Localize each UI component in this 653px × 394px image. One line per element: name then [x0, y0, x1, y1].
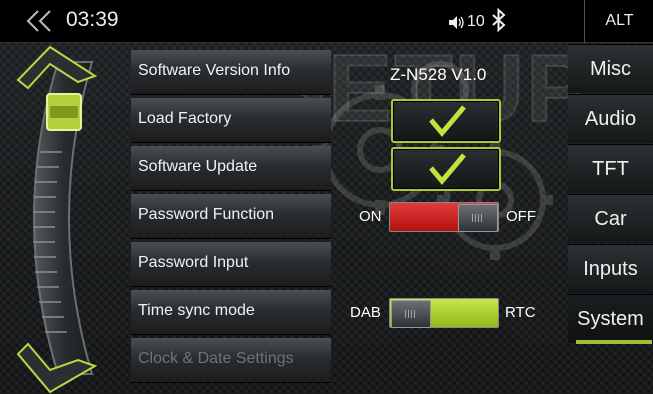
- active-tab-indicator: [576, 340, 652, 344]
- setup-screen: SETUP 03:39 10 ALT Software Version Info…: [0, 0, 653, 394]
- time-sync-mode-toggle[interactable]: [389, 298, 499, 328]
- checkmark-icon: [429, 153, 466, 185]
- toggle-knob[interactable]: [391, 300, 431, 328]
- tab-car[interactable]: Car: [568, 194, 653, 243]
- menu-item-label: Software Version Info: [138, 62, 291, 79]
- menu-item-label: Software Update: [138, 158, 258, 175]
- menu-item-password-function[interactable]: Password Function: [131, 194, 331, 238]
- menu-item-software-version-info[interactable]: Software Version Info: [131, 50, 331, 94]
- software-version-value: Z-N528 V1.0: [390, 65, 487, 84]
- volume-level: 10: [467, 13, 485, 30]
- tab-misc[interactable]: Misc: [568, 44, 653, 93]
- menu-item-load-factory[interactable]: Load Factory: [131, 98, 331, 142]
- menu-item-software-update[interactable]: Software Update: [131, 146, 331, 190]
- checkmark-icon: [429, 105, 466, 137]
- menu-item-time-sync-mode[interactable]: Time sync mode: [131, 290, 331, 334]
- tab-tft[interactable]: TFT: [568, 144, 653, 193]
- toggle-right-label: RTC: [505, 304, 536, 321]
- menu-item-label: Load Factory: [138, 110, 232, 127]
- status-bar: 03:39 10 ALT: [0, 0, 653, 43]
- toggle-knob[interactable]: [458, 204, 498, 232]
- tab-system[interactable]: System: [568, 294, 653, 343]
- back-chevron-icon[interactable]: [24, 7, 54, 35]
- toggle-left-label: DAB: [350, 304, 381, 321]
- menu-item-password-input[interactable]: Password Input: [131, 242, 331, 286]
- toggle-left-label: ON: [359, 208, 382, 225]
- tab-audio[interactable]: Audio: [568, 94, 653, 143]
- password-function-toggle[interactable]: [389, 202, 499, 232]
- tab-inputs[interactable]: Inputs: [568, 244, 653, 293]
- menu-item-label: Clock & Date Settings: [138, 350, 294, 367]
- scroll-wheel[interactable]: [0, 42, 110, 394]
- toggle-right-label: OFF: [506, 208, 536, 225]
- bluetooth-icon: [492, 8, 506, 32]
- category-tabs: Misc Audio TFT Car Inputs System: [568, 42, 653, 394]
- menu-item-clock-date-settings: Clock & Date Settings: [131, 338, 331, 382]
- menu-item-label: Password Input: [138, 254, 249, 271]
- volume-icon: [449, 16, 464, 29]
- menu-item-label: Time sync mode: [138, 302, 255, 319]
- software-update-confirm-button[interactable]: [391, 147, 501, 191]
- clock-time: 03:39: [66, 8, 119, 31]
- menu-item-label: Password Function: [138, 206, 275, 223]
- alt-button[interactable]: ALT: [584, 0, 653, 42]
- load-factory-confirm-button[interactable]: [391, 99, 501, 143]
